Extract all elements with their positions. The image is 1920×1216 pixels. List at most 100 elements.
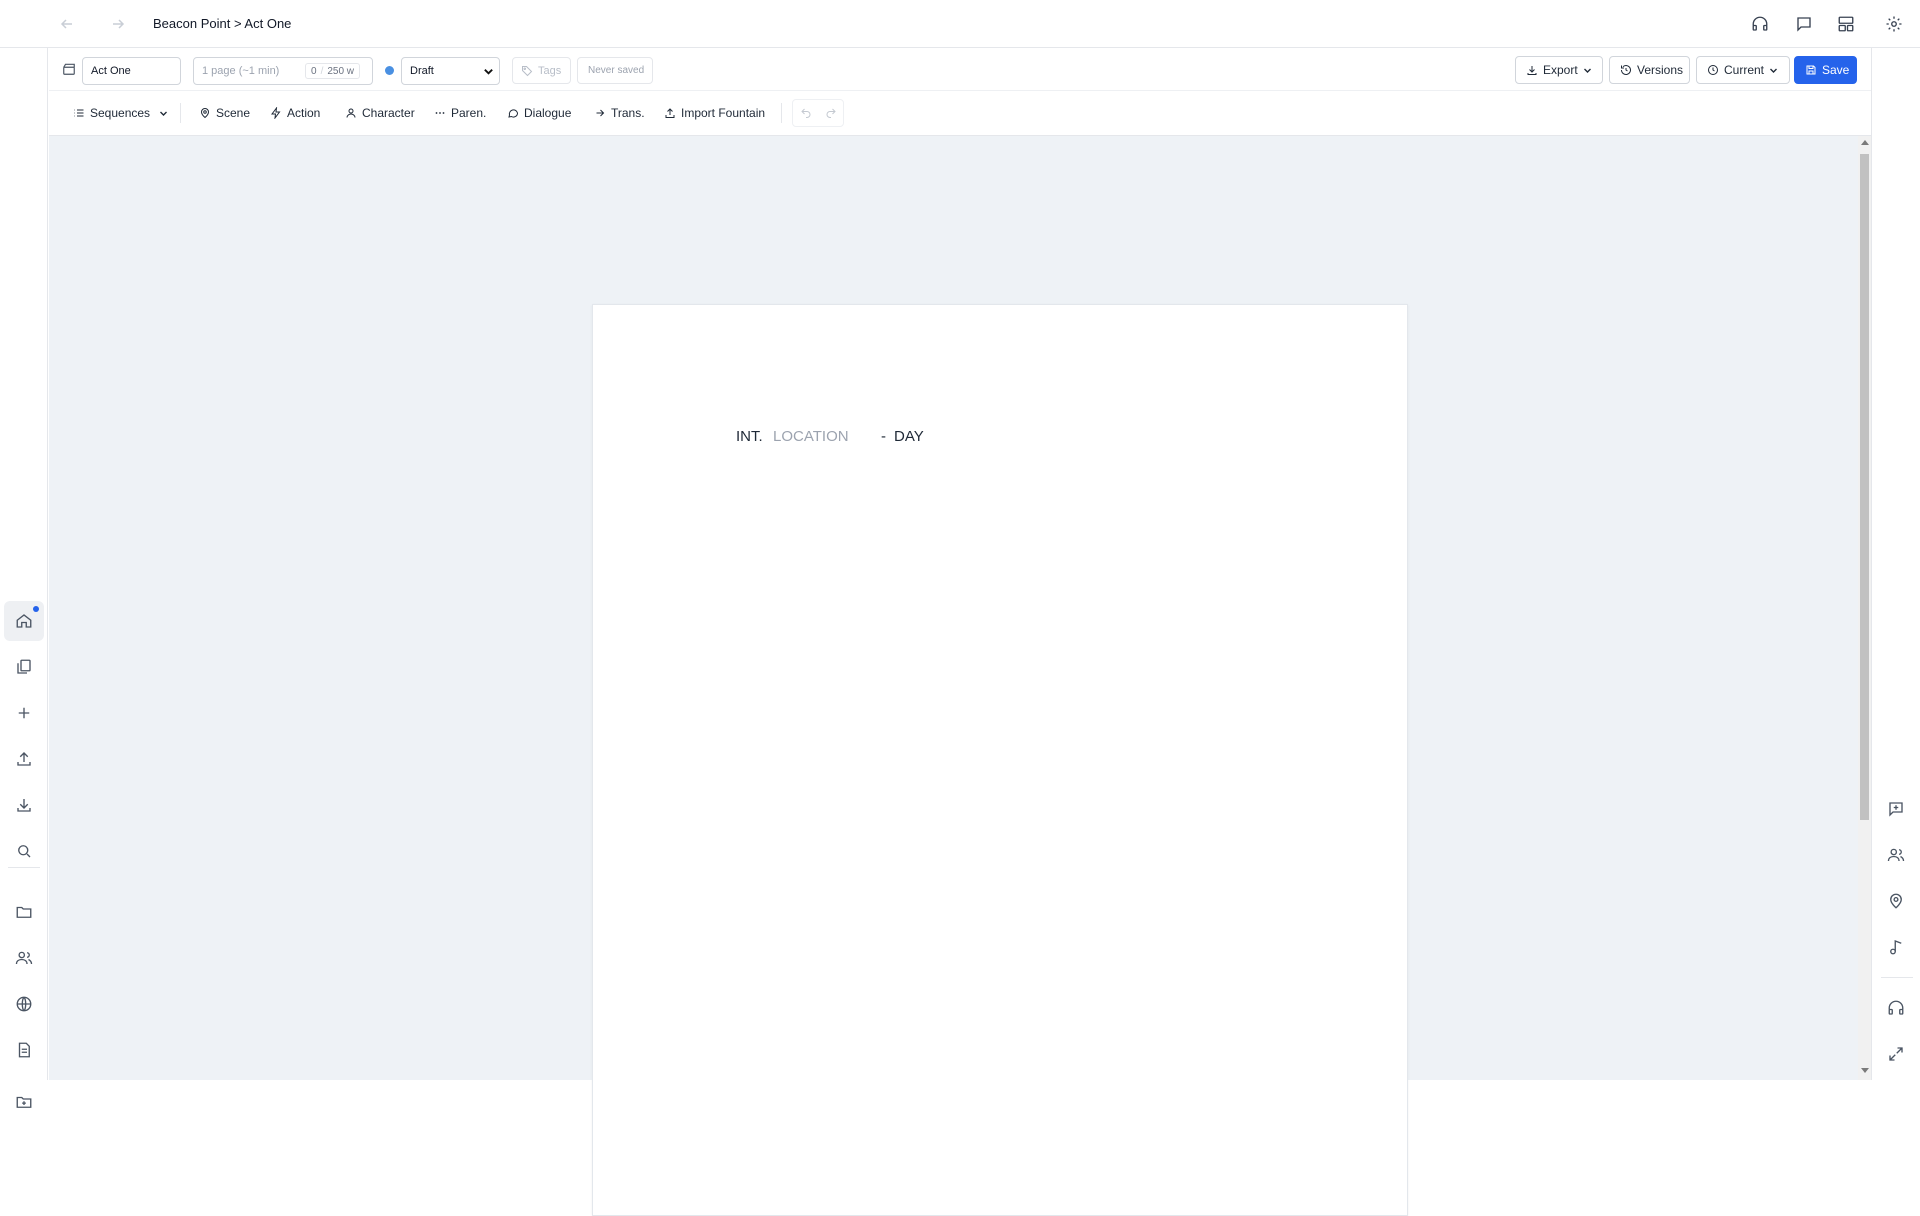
screenplay-page[interactable]: INT. LOCATION - DAY bbox=[592, 304, 1408, 1216]
word-count-badge: 0 / 250 w bbox=[305, 63, 361, 79]
user-icon bbox=[345, 107, 357, 119]
page-info: 1 page (~1 min) bbox=[202, 65, 280, 77]
back-arrow-icon[interactable] bbox=[57, 14, 77, 34]
chevron-down-icon bbox=[1583, 66, 1592, 75]
character-label: Character bbox=[362, 106, 415, 120]
vertical-scrollbar[interactable] bbox=[1858, 136, 1871, 1080]
transition-tool[interactable]: Trans. bbox=[594, 101, 645, 125]
map-pin-icon bbox=[199, 107, 211, 119]
top-bar: Beacon Point > Act One bbox=[0, 0, 1920, 48]
current-version-button[interactable]: Current bbox=[1696, 56, 1790, 84]
versions-label: Versions bbox=[1637, 63, 1684, 77]
scene-label: Scene bbox=[216, 106, 251, 120]
users-icon[interactable] bbox=[12, 946, 36, 970]
status-dot bbox=[385, 66, 394, 75]
export-button[interactable]: Export bbox=[1515, 56, 1603, 84]
sequences-dropdown[interactable]: Sequences bbox=[73, 101, 168, 125]
clapperboard-icon bbox=[62, 62, 76, 76]
notification-dot bbox=[33, 606, 39, 612]
document-title-input[interactable]: Act One bbox=[82, 57, 181, 85]
action-tool[interactable]: Action bbox=[270, 101, 320, 125]
lightning-icon bbox=[270, 107, 282, 119]
folder-icon[interactable] bbox=[12, 900, 36, 924]
word-target: 250 w bbox=[327, 65, 355, 77]
undo-icon[interactable] bbox=[800, 107, 812, 119]
export-label: Export bbox=[1543, 63, 1578, 77]
toolbar-divider bbox=[781, 103, 782, 123]
download-icon bbox=[1526, 64, 1538, 76]
parenthetical-tool[interactable]: Paren. bbox=[434, 101, 486, 125]
history-icon bbox=[1620, 64, 1632, 76]
scene-heading-time[interactable]: DAY bbox=[894, 428, 924, 445]
tags-button[interactable]: Tags bbox=[512, 57, 571, 84]
sequences-label: Sequences bbox=[90, 106, 151, 120]
breadcrumb[interactable]: Beacon Point > Act One bbox=[153, 16, 291, 31]
page-count-field[interactable]: 1 page (~1 min) 0 / 250 w bbox=[193, 57, 373, 85]
chevron-down-icon bbox=[1769, 66, 1778, 75]
scrollbar-thumb[interactable] bbox=[1860, 154, 1869, 820]
save-state-text: Never saved bbox=[588, 65, 645, 76]
scene-heading-prefix[interactable]: INT. bbox=[736, 428, 763, 445]
save-label: Save bbox=[1822, 63, 1850, 77]
list-icon bbox=[73, 107, 85, 119]
scene-tool[interactable]: Scene bbox=[199, 101, 250, 125]
document-icon[interactable] bbox=[12, 1038, 36, 1062]
scene-heading-location[interactable]: LOCATION bbox=[773, 428, 849, 445]
formatting-toolbar: Sequences Scene Action Character Paren. … bbox=[49, 91, 1871, 136]
right-sidebar bbox=[1871, 48, 1920, 1080]
rail-divider bbox=[8, 867, 40, 868]
document-toolbar: Act One 1 page (~1 min) 0 / 250 w Draft … bbox=[49, 48, 1871, 91]
versions-button[interactable]: Versions bbox=[1609, 56, 1690, 84]
upload-icon bbox=[664, 107, 676, 119]
home-icon[interactable] bbox=[12, 609, 36, 633]
trans-label: Trans. bbox=[611, 106, 645, 120]
forward-arrow-icon[interactable] bbox=[108, 14, 128, 34]
users-icon[interactable] bbox=[1884, 843, 1908, 867]
save-button[interactable]: Save bbox=[1794, 56, 1857, 84]
chevron-down-icon bbox=[159, 109, 168, 118]
scroll-down-arrow-icon[interactable] bbox=[1861, 1068, 1869, 1073]
add-plus-icon[interactable] bbox=[12, 701, 36, 725]
current-label: Current bbox=[1724, 63, 1765, 77]
character-tool[interactable]: Character bbox=[345, 101, 415, 125]
redo-icon[interactable] bbox=[825, 107, 837, 119]
map-pin-icon[interactable] bbox=[1884, 889, 1908, 913]
chevron-down-icon bbox=[483, 66, 494, 77]
left-sidebar bbox=[0, 48, 48, 1108]
layout-icon[interactable] bbox=[1834, 12, 1858, 36]
word-count: 0 bbox=[311, 65, 317, 77]
copy-documents-icon[interactable] bbox=[12, 655, 36, 679]
save-icon bbox=[1805, 64, 1817, 76]
comment-icon[interactable] bbox=[1792, 12, 1816, 36]
headphones-icon[interactable] bbox=[1884, 996, 1908, 1020]
clock-icon bbox=[1707, 64, 1719, 76]
download-icon[interactable] bbox=[12, 793, 36, 817]
tag-icon bbox=[521, 65, 533, 77]
upload-icon[interactable] bbox=[12, 747, 36, 771]
paren-label: Paren. bbox=[451, 106, 487, 120]
folder-plus-icon[interactable] bbox=[12, 1090, 36, 1114]
import-fountain-button[interactable]: Import Fountain bbox=[664, 101, 765, 125]
editor-canvas: INT. LOCATION - DAY bbox=[49, 136, 1858, 1216]
undo-redo-group bbox=[792, 99, 844, 127]
action-label: Action bbox=[287, 106, 321, 120]
status-select[interactable]: Draft bbox=[401, 57, 500, 85]
status-value: Draft bbox=[410, 65, 434, 77]
scene-heading-dash: - bbox=[881, 428, 886, 445]
add-comment-icon[interactable] bbox=[1884, 797, 1908, 821]
expand-icon[interactable] bbox=[1884, 1042, 1908, 1066]
document-title-value: Act One bbox=[91, 65, 131, 77]
search-icon[interactable] bbox=[12, 839, 36, 863]
import-label: Import Fountain bbox=[681, 106, 766, 120]
globe-icon[interactable] bbox=[12, 992, 36, 1016]
scroll-up-arrow-icon[interactable] bbox=[1861, 140, 1869, 145]
dialogue-tool[interactable]: Dialogue bbox=[507, 101, 571, 125]
dialogue-label: Dialogue bbox=[524, 106, 572, 120]
rail-divider bbox=[1881, 977, 1913, 978]
arrow-right-icon bbox=[594, 107, 606, 119]
save-state-indicator: Never saved bbox=[577, 57, 653, 84]
headphones-icon[interactable] bbox=[1748, 12, 1772, 36]
music-note-icon[interactable] bbox=[1884, 935, 1908, 959]
tags-label: Tags bbox=[538, 64, 562, 77]
settings-gear-icon[interactable] bbox=[1882, 12, 1906, 36]
